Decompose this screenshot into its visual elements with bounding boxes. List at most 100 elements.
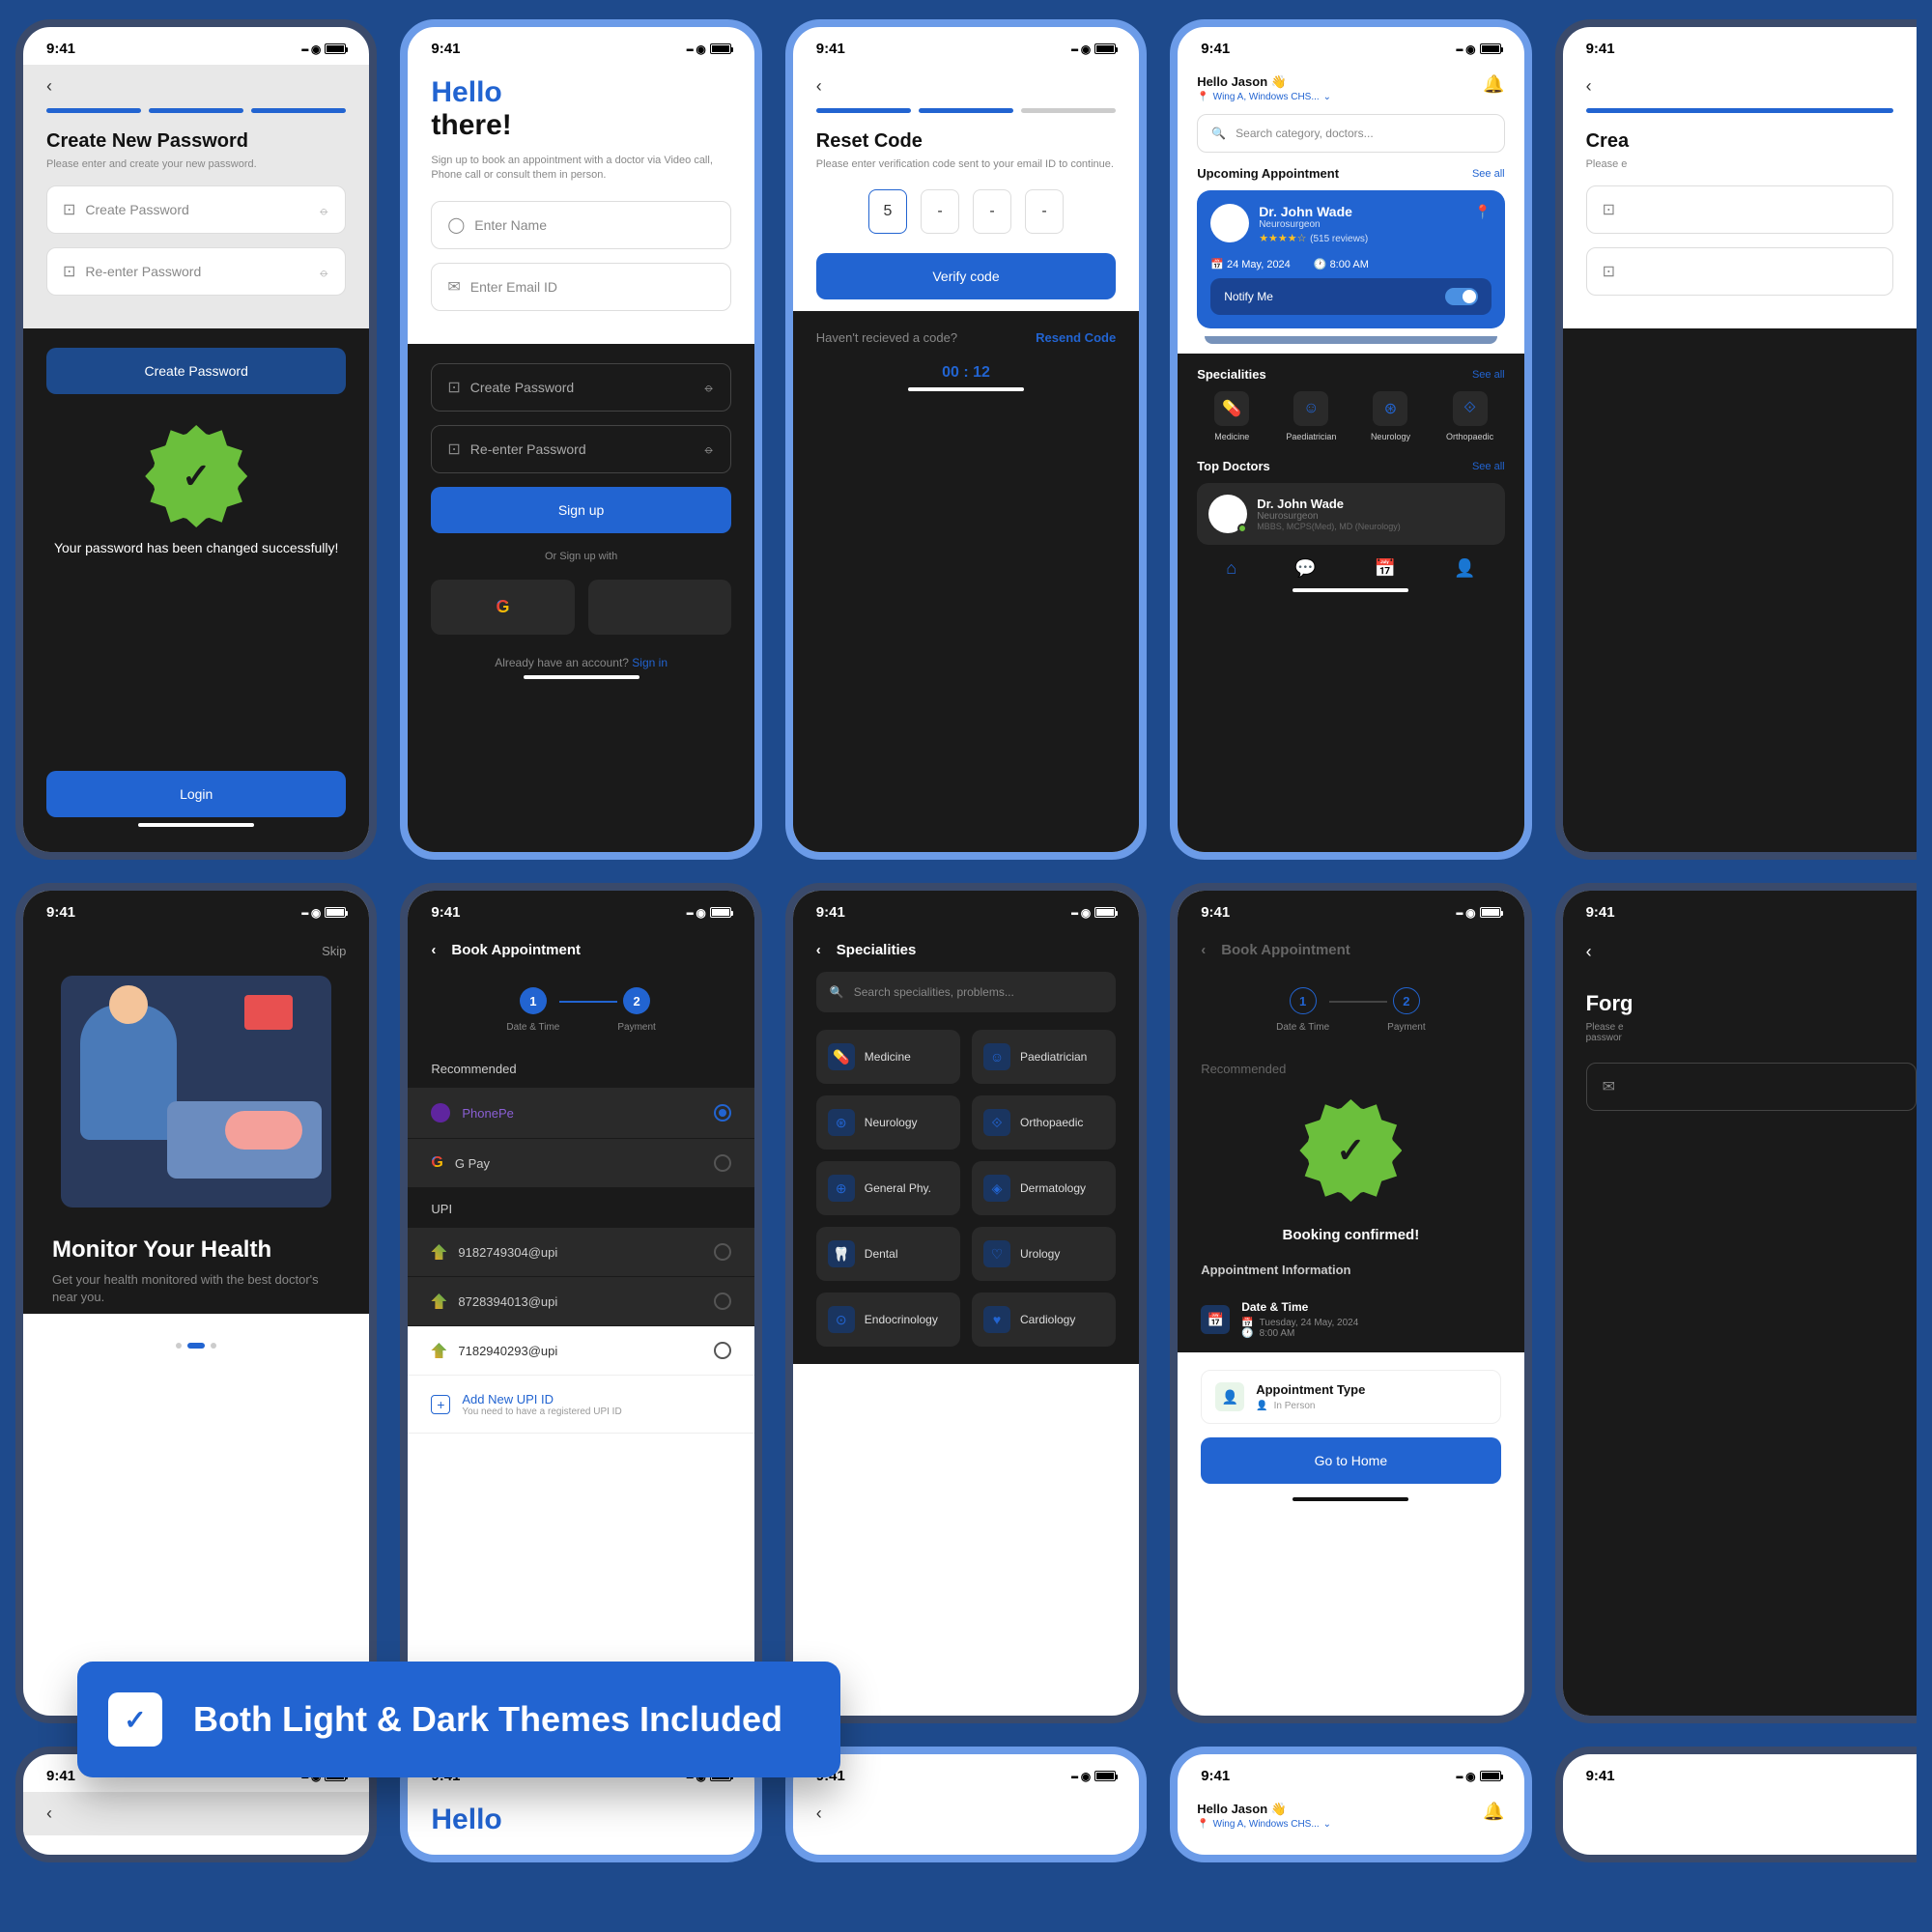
location-selector[interactable]: 📍Wing A, Windows CHS...⌄ (1197, 1819, 1331, 1830)
spec-paediatrician[interactable]: ☺Paediatrician (972, 1030, 1116, 1084)
radio-selected[interactable] (714, 1104, 731, 1122)
spec-urology[interactable]: ♡Urology (972, 1227, 1116, 1281)
spec-endocrinology[interactable]: ⊙Endocrinology (816, 1293, 960, 1347)
search-input[interactable]: 🔍 Search category, doctors... (1197, 114, 1504, 153)
code-digit-2[interactable]: - (921, 189, 959, 234)
code-digit-1[interactable]: 5 (868, 189, 907, 234)
speciality-paediatrician[interactable]: ☺Paediatrician (1276, 391, 1346, 441)
see-all-link[interactable]: See all (1472, 369, 1505, 381)
status-bar: 9:41 (1178, 891, 1523, 928)
spec-neurology[interactable]: ⊛Neurology (816, 1095, 960, 1150)
status-time: 9:41 (1201, 41, 1230, 57)
upi-option-3[interactable]: 7182940293@upi (408, 1326, 753, 1376)
resend-link[interactable]: Resend Code (1036, 330, 1116, 345)
bell-icon[interactable]: 🔔 (1483, 1802, 1504, 1822)
upi-option-1[interactable]: 9182749304@upi (408, 1228, 753, 1276)
speciality-neurology[interactable]: ⊛Neurology (1355, 391, 1425, 441)
nav-home-icon[interactable]: ⌂ (1226, 558, 1236, 579)
eye-off-icon[interactable]: ⦵ (703, 379, 715, 395)
spec-general[interactable]: ⊕General Phy. (816, 1161, 960, 1215)
see-all-link[interactable]: See all (1472, 461, 1505, 472)
spec-cardiology[interactable]: ♥Cardiology (972, 1293, 1116, 1347)
add-upi-button[interactable]: + Add New UPI ID You need to have a regi… (408, 1377, 753, 1434)
spec-dermatology[interactable]: ◈Dermatology (972, 1161, 1116, 1215)
back-icon[interactable]: ‹ (431, 942, 436, 958)
status-icons (686, 904, 731, 921)
screen-home: 9:41 Hello Jason 👋 📍 Wing A, Windows CHS… (1170, 19, 1531, 860)
search-input[interactable]: 🔍 Search specialities, problems... (816, 972, 1116, 1012)
code-digit-3[interactable]: - (973, 189, 1011, 234)
back-icon[interactable]: ‹ (816, 942, 821, 958)
input-partial[interactable]: ⊡ (1586, 185, 1893, 234)
status-icons (301, 904, 347, 921)
google-signin-button[interactable]: G (431, 580, 574, 635)
reenter-password-input[interactable]: ⊡ Re-enter Password ⦵ (431, 425, 730, 473)
radio-unselected[interactable] (714, 1293, 731, 1310)
spec-orthopaedic[interactable]: ⟐Orthopaedic (972, 1095, 1116, 1150)
reenter-password-input[interactable]: ⊡ Re-enter Password ⦵ (46, 247, 346, 296)
radio-unselected[interactable] (714, 1154, 731, 1172)
phonepe-icon (431, 1103, 450, 1122)
doctor-card[interactable]: Dr. John Wade Neurosurgeon MBBS, MCPS(Me… (1197, 483, 1504, 545)
code-digit-4[interactable]: - (1025, 189, 1064, 234)
status-bar: 9:41 (793, 27, 1139, 65)
status-bar: 9:41 (1563, 27, 1917, 65)
eye-off-icon[interactable]: ⦵ (319, 202, 330, 218)
speciality-orthopaedic[interactable]: ⟐Orthopaedic (1435, 391, 1505, 441)
upi-icon (431, 1244, 446, 1260)
input-partial[interactable]: ⊡ (1586, 247, 1893, 296)
login-button[interactable]: Login (46, 771, 346, 817)
nav-profile-icon[interactable]: 👤 (1454, 558, 1475, 579)
eye-off-icon[interactable]: ⦵ (319, 264, 330, 280)
create-password-button[interactable]: Create Password (46, 348, 346, 394)
nav-chat-icon[interactable]: 💬 (1294, 558, 1316, 579)
spec-medicine[interactable]: 💊Medicine (816, 1030, 960, 1084)
upi-option-2[interactable]: 8728394013@upi (408, 1277, 753, 1325)
back-icon[interactable]: ‹ (1586, 76, 1592, 97)
verify-button[interactable]: Verify code (816, 253, 1116, 299)
email-input[interactable]: ✉ Enter Email ID (431, 263, 730, 311)
status-bar: 9:41 (1563, 1754, 1917, 1792)
spec-dental[interactable]: 🦷Dental (816, 1227, 960, 1281)
status-icons (1456, 1768, 1501, 1784)
radio-unselected[interactable] (714, 1342, 731, 1359)
baby-icon: ☺ (1293, 391, 1328, 426)
status-icons (1456, 904, 1501, 921)
back-icon[interactable]: ‹ (816, 1804, 822, 1824)
input-partial[interactable]: ✉ (1586, 1063, 1917, 1111)
eye-off-icon[interactable]: ⦵ (703, 440, 715, 457)
notify-toggle[interactable] (1445, 288, 1478, 305)
lock-icon: ⊡ (447, 378, 460, 397)
bone-icon: ⟐ (1453, 391, 1488, 426)
signin-link[interactable]: Sign in (632, 656, 668, 669)
back-icon[interactable]: ‹ (1201, 942, 1206, 958)
recommended-label: Recommended (1178, 1062, 1523, 1088)
page-title: Specialities (837, 942, 917, 958)
name-input[interactable]: ◯ Enter Name (431, 201, 730, 249)
upi-label: UPI (408, 1202, 753, 1228)
create-password-input[interactable]: ⊡ Create Password ⦵ (46, 185, 346, 234)
apple-signin-button[interactable] (588, 580, 731, 635)
back-icon[interactable]: ‹ (1586, 942, 1917, 962)
payment-gpay[interactable]: G G Pay (408, 1139, 753, 1187)
signup-button[interactable]: Sign up (431, 487, 730, 533)
appointment-time: 🕐 8:00 AM (1314, 258, 1369, 270)
go-home-button[interactable]: Go to Home (1201, 1437, 1500, 1484)
appointment-card[interactable]: Dr. John Wade Neurosurgeon ★★★★☆ (515 re… (1197, 190, 1504, 328)
payment-phonepe[interactable]: PhonePe (408, 1088, 753, 1138)
nav-calendar-icon[interactable]: 📅 (1375, 558, 1396, 579)
speciality-medicine[interactable]: 💊Medicine (1197, 391, 1266, 441)
back-icon[interactable]: ‹ (46, 1804, 52, 1824)
location-pin-icon[interactable]: 📍 (1474, 204, 1491, 220)
back-icon[interactable]: ‹ (46, 76, 52, 97)
back-icon[interactable]: ‹ (816, 76, 822, 97)
bell-icon[interactable]: 🔔 (1483, 74, 1504, 95)
see-all-link[interactable]: See all (1472, 168, 1505, 180)
create-password-input[interactable]: ⊡ Create Password ⦵ (431, 363, 730, 412)
skip-button[interactable]: Skip (23, 928, 369, 966)
step-1-circle: 1 (1290, 987, 1317, 1014)
doctor-specialty: Neurosurgeon (1259, 219, 1464, 230)
radio-unselected[interactable] (714, 1243, 731, 1261)
location-selector[interactable]: 📍 Wing A, Windows CHS... ⌄ (1197, 92, 1331, 102)
step-1-circle: 1 (520, 987, 547, 1014)
